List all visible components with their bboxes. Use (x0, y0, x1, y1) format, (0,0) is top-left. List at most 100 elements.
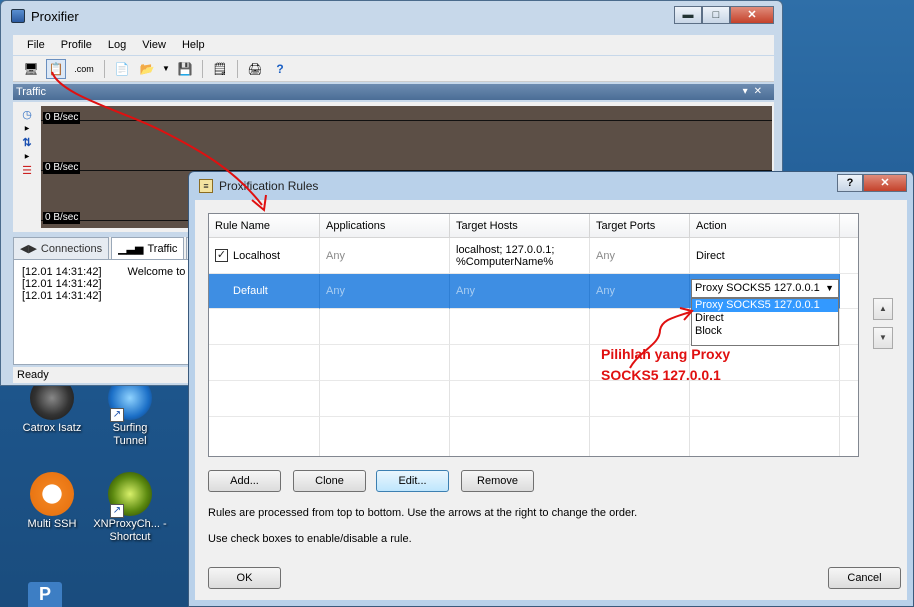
connections-icon: ◀▶ (20, 243, 37, 255)
edit-button[interactable]: Edit... (376, 470, 449, 492)
table-row-empty (209, 345, 858, 381)
desktop-icon-label: Surfing Tunnel (112, 422, 148, 447)
target-hosts-line: localhost; 127.0.0.1; (456, 243, 555, 256)
menu-view[interactable]: View (142, 39, 166, 51)
dropdown-option-block[interactable]: Block (692, 325, 838, 338)
export-icon[interactable]: 🗒 (210, 59, 230, 79)
clock-icon[interactable]: ◷ (22, 108, 32, 121)
proxy-servers-icon[interactable]: 🖥 (21, 59, 41, 79)
dialog-title-bar[interactable]: ≡ Proxification Rules (189, 172, 913, 200)
column-header-target-hosts[interactable]: Target Hosts (450, 214, 590, 238)
tab-connections[interactable]: ◀▶ Connections (13, 237, 110, 259)
annotation-note: Pilihlah yang Proxy SOCKS5 127.0.0.1 (601, 344, 730, 386)
desktop-icon-surfing-tunnel[interactable]: ↗ Surfing Tunnel (90, 376, 170, 448)
close-button[interactable]: ✕ (730, 6, 774, 24)
log-time: [12.01 14:31:42] (22, 290, 102, 302)
target-hosts-cell: localhost; 127.0.0.1; %ComputerName% (450, 238, 590, 274)
proxification-rules-icon[interactable]: 📋 (46, 58, 66, 79)
print-icon[interactable]: 🖨 (245, 59, 265, 79)
add-button[interactable]: Add... (208, 470, 281, 492)
move-down-button[interactable]: ▼ (873, 327, 893, 349)
download-upload-icon[interactable]: ⇅ (22, 136, 31, 149)
rule-name-cell: Default (209, 274, 320, 309)
column-header-filler (840, 214, 858, 238)
dropdown-option-proxy[interactable]: Proxy SOCKS5 127.0.0.1 (692, 299, 838, 312)
applications-cell: Any (320, 238, 450, 274)
desktop-icon-label: XNProxyCh... - Shortcut (93, 518, 167, 543)
rule-name-cell: ✓ Localhost (209, 238, 320, 274)
action-cell: Direct (690, 238, 840, 274)
expand-arrow-icon[interactable]: ▶ (25, 153, 30, 160)
dialog-help-button[interactable]: ? (837, 174, 863, 192)
column-header-target-ports[interactable]: Target Ports (590, 214, 690, 238)
rule-enabled-checkbox[interactable]: ✓ (215, 249, 228, 262)
ok-button[interactable]: OK (208, 567, 281, 589)
table-row[interactable]: ✓ Localhost Any localhost; 127.0.0.1; %C… (209, 238, 858, 274)
target-hosts-cell: Any (450, 274, 590, 309)
main-title-bar[interactable]: Proxifier (1, 1, 782, 31)
shortcut-arrow-icon: ↗ (110, 504, 124, 518)
annotation-line: Pilihlah yang Proxy (601, 346, 731, 362)
desktop-icon-xnproxy[interactable]: ↗ XNProxyCh... - Shortcut (90, 472, 170, 544)
annotation-line: SOCKS5 127.0.0.1 (601, 367, 721, 383)
menu-log[interactable]: Log (108, 39, 126, 51)
desktop-icon-label: Multi SSH (27, 518, 77, 530)
tab-label: Traffic (147, 242, 178, 255)
open-dropdown-icon[interactable]: ▼ (162, 59, 170, 79)
cancel-button[interactable]: Cancel (828, 567, 901, 589)
target-hosts-line: %ComputerName% (456, 255, 554, 268)
table-header: Rule Name Applications Target Hosts Targ… (209, 214, 858, 238)
traffic-header-label: Traffic (16, 86, 46, 98)
traffic-chart-icon: ▁▃▅ (118, 243, 144, 255)
action-select[interactable]: Proxy SOCKS5 127.0.0.1 ▼ (691, 279, 839, 298)
status-text: Ready (17, 369, 49, 381)
target-ports-cell: Any (590, 238, 690, 274)
expand-arrow-icon[interactable]: ▶ (25, 125, 30, 132)
desktop-icon-label: Catrox Isatz (22, 422, 82, 434)
dropdown-option-direct[interactable]: Direct (692, 312, 838, 325)
move-up-button[interactable]: ▲ (873, 298, 893, 320)
menu-bar: File Profile Log View Help (13, 35, 774, 55)
tab-traffic[interactable]: ▁▃▅ Traffic (111, 237, 185, 259)
save-profile-icon[interactable]: 💾 (175, 59, 195, 79)
menu-profile[interactable]: Profile (61, 39, 92, 51)
maximize-button[interactable]: □ (702, 6, 730, 24)
dialog-close-button[interactable]: ✕ (863, 174, 907, 192)
proxification-rules-dialog: ≡ Proxification Rules ? ✕ Rule Name Appl… (188, 171, 914, 607)
multi-ssh-icon (30, 472, 74, 516)
column-header-applications[interactable]: Applications (320, 214, 450, 238)
dialog-body: Rule Name Applications Target Hosts Targ… (195, 200, 907, 600)
column-header-rule-name[interactable]: Rule Name (209, 214, 320, 238)
proxifier-app-icon (11, 9, 25, 23)
name-resolution-icon[interactable]: .com (71, 59, 97, 79)
row-filler (840, 238, 858, 274)
chevron-down-icon[interactable]: ▼ (825, 280, 834, 297)
info-checkbox-text: Use check boxes to enable/disable a rule… (208, 533, 412, 545)
remove-button[interactable]: Remove (461, 470, 534, 492)
panel-controls-icon[interactable]: ▾✕ (743, 84, 768, 100)
column-header-action[interactable]: Action (690, 214, 840, 238)
rule-name: Localhost (233, 249, 281, 262)
log-time: [12.01 14:31:42] (22, 266, 102, 278)
desktop-icon-multi-ssh[interactable]: Multi SSH (12, 472, 92, 531)
taskbar-app-icon[interactable]: P (28, 582, 62, 607)
log-time: [12.01 14:31:42] (22, 278, 102, 290)
graph-label: 0 B/sec (43, 112, 81, 124)
traffic-side-toolbar: ◷ ▶ ⇅ ▶ ☰ (13, 102, 41, 232)
rules-table: Rule Name Applications Target Hosts Targ… (208, 213, 859, 457)
clear-icon[interactable]: ☰ (22, 164, 32, 177)
graph-line (41, 120, 772, 121)
clone-button[interactable]: Clone (293, 470, 366, 492)
help-icon[interactable]: ? (270, 59, 290, 79)
traffic-panel-header: Traffic ▾✕ (13, 84, 774, 100)
toolbar-separator (104, 59, 105, 78)
xnproxy-icon: ↗ (108, 472, 152, 518)
new-profile-icon[interactable]: 📄 (112, 59, 132, 79)
menu-help[interactable]: Help (182, 39, 205, 51)
minimize-button[interactable]: ▬ (674, 6, 702, 24)
open-profile-icon[interactable]: 📂 (137, 59, 157, 79)
dialog-title: Proxification Rules (219, 179, 319, 193)
rules-icon: ≡ (199, 179, 213, 193)
shortcut-arrow-icon: ↗ (110, 408, 124, 422)
menu-file[interactable]: File (27, 39, 45, 51)
